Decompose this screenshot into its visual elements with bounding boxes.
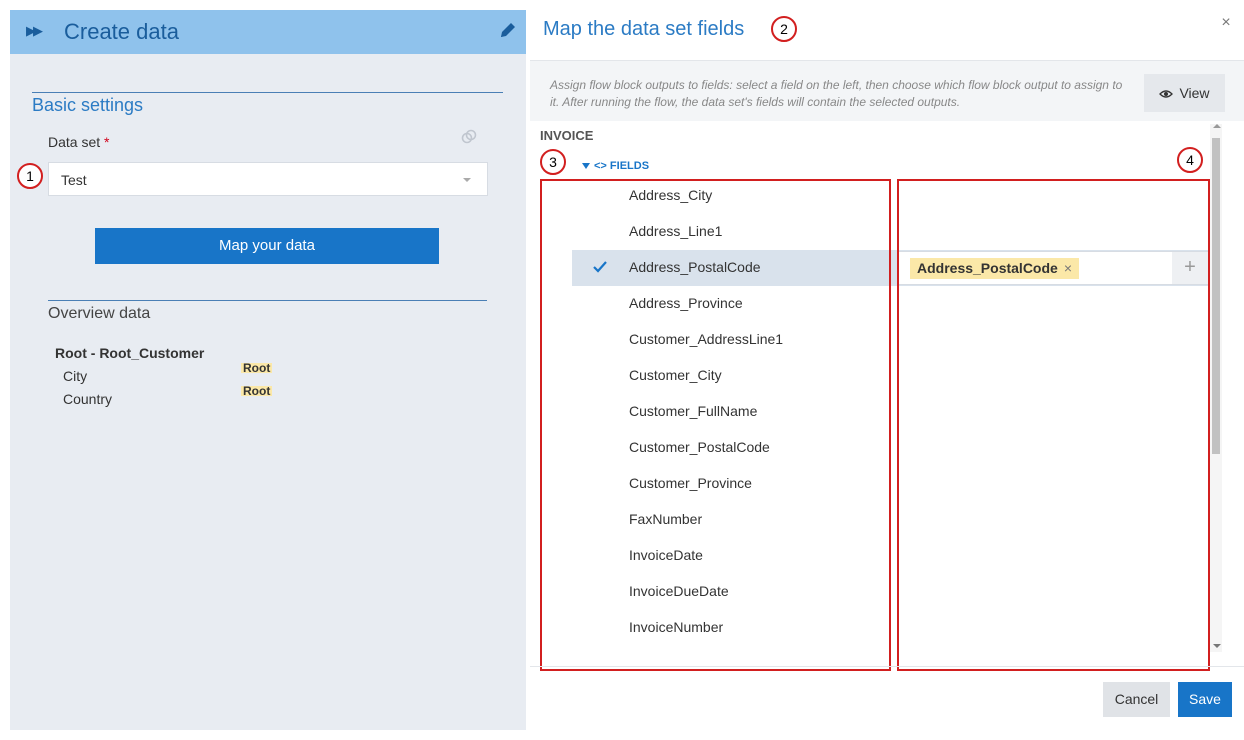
dataset-label: Data set * [48, 134, 109, 150]
annotation-box-fields [540, 179, 891, 671]
panel-header: ▶▶ Create data [10, 10, 526, 54]
basic-settings-title: Basic settings [32, 95, 144, 115]
dataset-select[interactable]: Test [48, 162, 488, 196]
invoice-group-label: INVOICE [540, 128, 594, 143]
overview-title: Overview data [48, 305, 151, 322]
basic-settings-divider [32, 92, 503, 93]
overview-row-value: Root [241, 386, 273, 396]
cancel-button[interactable]: Cancel [1103, 682, 1170, 717]
dialog-footer-divider [530, 666, 1244, 667]
scroll-up-arrow-icon[interactable] [1213, 124, 1221, 128]
required-marker: * [104, 134, 110, 150]
overview-row-label: City [63, 368, 88, 384]
view-button[interactable]: View [1144, 74, 1225, 112]
annotation-callout: 1 [17, 163, 43, 189]
overview-row-value: Root [241, 363, 273, 373]
expand-triangle-icon [582, 163, 590, 170]
scrollbar-thumb[interactable] [1212, 138, 1220, 454]
map-your-data-button[interactable]: Map your data [95, 228, 439, 264]
dataset-label-text: Data set [48, 134, 101, 150]
dialog-title: Map the data set fields [543, 18, 745, 40]
pencil-icon[interactable] [498, 20, 518, 40]
dialog-description: Assign flow block outputs to fields: sel… [550, 78, 1123, 109]
annotation-callout: 4 [1177, 147, 1203, 173]
code-brackets-icon: <> [594, 160, 607, 172]
save-button[interactable]: Save [1178, 682, 1232, 717]
root-title: Root - Root_Customer [55, 345, 205, 361]
scroll-down-arrow-icon[interactable] [1213, 644, 1221, 648]
fields-label: FIELDS [609, 160, 650, 172]
dataset-select-value: Test [61, 172, 87, 188]
collapse-panel-icon[interactable]: ▶▶ [26, 23, 43, 39]
annotation-callout: 2 [771, 16, 797, 42]
chevron-down-icon [463, 178, 471, 182]
annotation-box-outputs [897, 179, 1210, 671]
eye-icon [1159, 90, 1174, 98]
annotation-callout: 3 [540, 149, 566, 175]
overview-row-label: Country [63, 391, 113, 407]
close-icon[interactable]: × [1218, 14, 1234, 31]
fields-tree-node[interactable]: <> FIELDS [582, 160, 649, 172]
overview-divider [48, 300, 487, 301]
link-icon[interactable] [460, 128, 478, 146]
view-button-label: View [1179, 85, 1210, 101]
panel-title: Create data [64, 19, 179, 44]
